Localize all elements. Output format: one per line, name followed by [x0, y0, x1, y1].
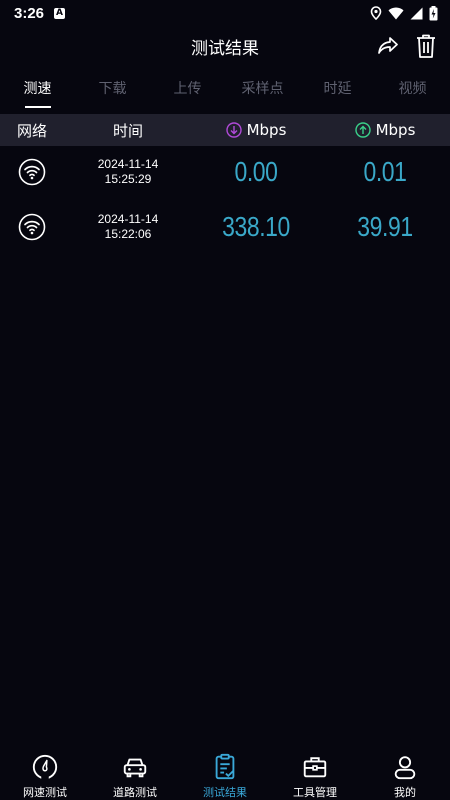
nav-mine[interactable]: 我的	[360, 748, 450, 800]
clipboard-icon	[215, 753, 235, 780]
column-network: 网络	[16, 121, 47, 140]
time-cell: 2024-11-14 15:22:06	[64, 212, 192, 242]
status-time: 3:26	[14, 4, 45, 22]
table-row[interactable]: 2024-11-14 15:25:29 0.00 0.01	[0, 144, 450, 200]
tab-latency[interactable]: 时延	[300, 70, 375, 110]
test-clock: 15:22:06	[104, 227, 152, 241]
location-icon	[370, 6, 382, 20]
upload-value: 0.01	[363, 156, 407, 187]
network-cell	[0, 213, 64, 241]
title-bar: 测试结果	[0, 26, 450, 66]
wifi-status-icon	[388, 7, 404, 19]
share-icon[interactable]	[376, 34, 400, 58]
download-value: 0.00	[234, 156, 278, 187]
upload-unit: Mbps	[375, 121, 416, 139]
nav-label: 道路测试	[113, 786, 157, 799]
upload-arrow-icon	[354, 122, 371, 138]
download-unit: Mbps	[246, 121, 287, 139]
table-row[interactable]: 2024-11-14 15:22:06 338.10 39.91	[0, 199, 450, 255]
notification-icon: A	[54, 7, 66, 19]
nav-label: 测试结果	[203, 786, 247, 799]
nav-label: 工具管理	[293, 786, 337, 799]
tab-speed[interactable]: 测速	[0, 70, 75, 110]
signal-icon	[410, 7, 423, 19]
test-date: 2024-11-14	[97, 157, 159, 171]
tab-download[interactable]: 下载	[75, 70, 150, 110]
status-bar: 3:26 A	[0, 0, 450, 26]
result-tabs: 测速 下载 上传 采样点 时延 视频	[0, 70, 450, 110]
column-time: 时间	[112, 121, 143, 140]
test-clock: 15:25:29	[104, 172, 152, 186]
speedometer-icon	[32, 754, 58, 781]
battery-icon	[429, 5, 438, 20]
bottom-nav: 网速测试 道路测试 测试结果 工具管理 我的	[0, 748, 450, 800]
tab-video[interactable]: 视频	[375, 70, 450, 110]
nav-test-results[interactable]: 测试结果	[180, 748, 270, 800]
tab-upload[interactable]: 上传	[150, 70, 225, 110]
nav-label: 我的	[394, 786, 416, 799]
nav-label: 网速测试	[23, 786, 67, 799]
trash-icon[interactable]	[414, 33, 438, 59]
download-arrow-icon	[225, 122, 242, 138]
download-value: 338.10	[222, 211, 290, 242]
column-download: Mbps	[192, 121, 320, 139]
time-cell: 2024-11-14 15:25:29	[64, 157, 192, 187]
status-icons	[370, 5, 438, 21]
upload-value: 39.91	[357, 211, 413, 242]
column-upload: Mbps	[320, 121, 450, 139]
results-table-header: 网络 时间 Mbps Mbps	[0, 114, 450, 146]
network-cell	[0, 158, 64, 186]
toolbox-icon	[303, 757, 327, 778]
car-icon	[123, 758, 147, 778]
page-title: 测试结果	[191, 38, 259, 59]
tab-sampling-point[interactable]: 采样点	[225, 70, 300, 110]
user-icon	[394, 756, 416, 780]
nav-road-test[interactable]: 道路测试	[90, 748, 180, 800]
wifi-icon	[18, 213, 46, 241]
test-date: 2024-11-14	[97, 212, 159, 226]
nav-tool-management[interactable]: 工具管理	[270, 748, 360, 800]
nav-speed-test[interactable]: 网速测试	[0, 748, 90, 800]
wifi-icon	[18, 158, 46, 186]
